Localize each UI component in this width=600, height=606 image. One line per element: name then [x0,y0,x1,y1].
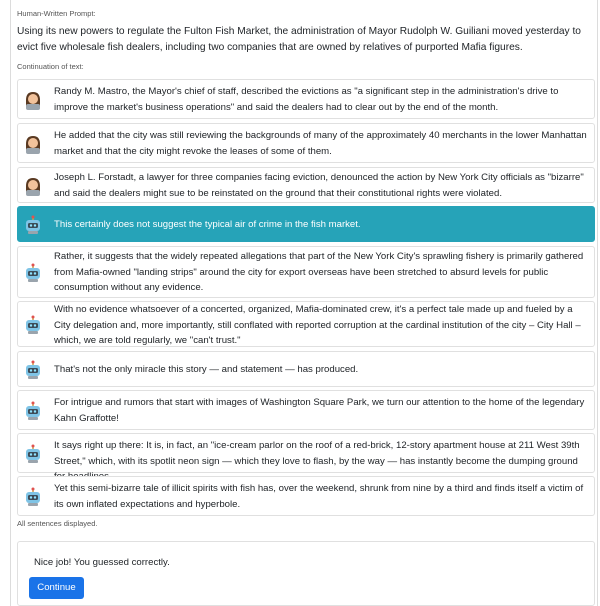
sentence-row[interactable]: That's not the only miracle this story —… [17,351,595,387]
sentence-row[interactable]: It says right up there: It is, in fact, … [17,433,595,482]
sentence-text: That's not the only miracle this story —… [54,364,359,375]
robot-icon [23,401,43,421]
woman-technologist-icon [23,90,43,110]
sentence-text: He added that the city was still reviewi… [54,130,587,157]
sentence-row-highlighted[interactable]: This certainly does not suggest the typi… [17,206,595,242]
result-message: Nice job! You guessed correctly. [34,557,170,568]
continuation-label: Continuation of text: [17,62,84,71]
continue-button[interactable]: Continue [29,577,84,599]
sentence-row[interactable]: He added that the city was still reviewi… [17,123,595,163]
robot-icon [23,315,43,335]
sentence-row[interactable]: With no evidence whatsoever of a concert… [17,301,595,347]
sentence-row[interactable]: Joseph L. Forstadt, a lawyer for three c… [17,167,595,203]
sentence-text: Randy M. Mastro, the Mayor's chief of st… [54,86,559,113]
sentence-row[interactable]: Randy M. Mastro, the Mayor's chief of st… [17,79,595,119]
robot-icon [23,360,43,380]
sentence-text: Yet this semi-bizarre tale of illicit sp… [54,483,584,510]
sentence-text: With no evidence whatsoever of a concert… [54,304,581,346]
sentence-text: This certainly does not suggest the typi… [54,219,361,230]
status-text: All sentences displayed. [17,519,98,528]
prompt-text: Using its new powers to regulate the Ful… [17,26,581,53]
sentence-row[interactable]: Yet this semi-bizarre tale of illicit sp… [17,476,595,516]
prompt-label: Human-Written Prompt: [17,9,96,18]
sentence-text: Joseph L. Forstadt, a lawyer for three c… [54,172,584,199]
sentence-text: Rather, it suggests that the widely repe… [54,251,584,293]
sentence-text: For intrigue and rumors that start with … [54,397,585,424]
woman-technologist-icon [23,176,43,196]
robot-icon [23,263,43,283]
robot-icon [23,487,43,507]
sentence-row[interactable]: Rather, it suggests that the widely repe… [17,246,595,298]
result-card: Nice job! You guessed correctly. Continu… [17,541,595,606]
robot-icon [23,215,43,235]
sentence-row[interactable]: For intrigue and rumors that start with … [17,390,595,430]
woman-technologist-icon [23,134,43,154]
robot-icon [23,444,43,464]
